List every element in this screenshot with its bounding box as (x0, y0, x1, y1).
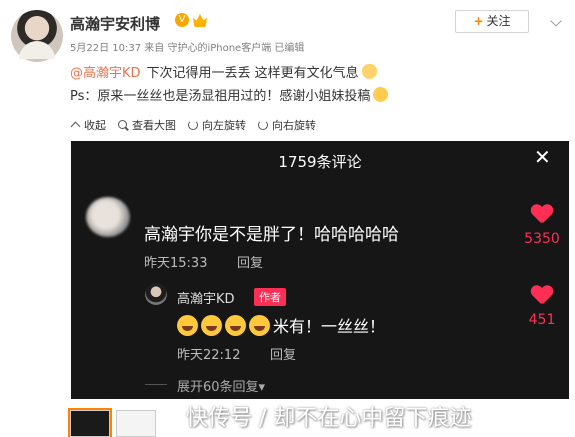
collapse-icon (70, 120, 81, 131)
post-text-line2: Ps：原来一丝丝也是汤显祖用过的！感谢小姐妹投稿 (70, 85, 389, 104)
author-avatar (145, 283, 167, 305)
post-meta: 5月22日 10:37 来自 守护心的iPhone客户端 已编辑 (70, 43, 305, 54)
follow-button[interactable]: + 关注 (455, 10, 529, 33)
heart-icon (531, 286, 553, 306)
comment-reply: 回复 (237, 256, 264, 271)
author-badge: 作者 (254, 288, 286, 306)
vip-crown-icon (193, 14, 207, 27)
chevron-down-icon[interactable] (550, 15, 562, 27)
expand-replies: 展开60条回复▾ (177, 380, 266, 395)
collapse-label: 收起 (84, 119, 106, 132)
image-thumbnail-2[interactable] (116, 410, 156, 437)
mention-link[interactable]: @高瀚宇KD (70, 66, 141, 81)
plus-icon: + (473, 14, 484, 28)
comments-title: 1759条评论 (278, 153, 362, 171)
reply-text-content: 米有！一丝丝！ (273, 317, 386, 336)
watermark: 快传号 / 却不在心中留下痕迹 (186, 406, 472, 431)
zoom-icon (118, 119, 129, 131)
laugh-emoji-icon (249, 314, 270, 336)
rotate-right-button[interactable]: 向右旋转 (258, 117, 316, 133)
rotate-right-icon (258, 119, 269, 131)
laugh-emoji-icon (177, 314, 198, 336)
rotate-left-icon (188, 119, 199, 131)
cat-emoji-icon (361, 64, 377, 79)
view-large-button[interactable]: 查看大图 (118, 117, 176, 133)
blush-emoji-icon (373, 87, 389, 102)
image-toolbar: 收起 查看大图 向左旋转 向右旋转 (70, 117, 316, 133)
reply-text: 米有！一丝丝！ (177, 313, 385, 337)
laugh-emoji-icon (201, 314, 222, 336)
heart-icon (531, 205, 553, 225)
close-icon: ✕ (534, 145, 551, 169)
comment-time: 昨天15:33 (144, 256, 208, 271)
rotate-left-label: 向左旋转 (202, 119, 246, 132)
author-name: 高瀚宇KD (177, 292, 235, 307)
post-text-line1: @高瀚宇KD 下次记得用一丢丢 这样更有文化气息 (70, 62, 377, 81)
collapse-button[interactable]: 收起 (70, 117, 106, 133)
rotate-left-button[interactable]: 向左旋转 (188, 117, 246, 133)
line1-text: 下次记得用一丢丢 这样更有文化气息 (146, 66, 359, 81)
divider (145, 384, 167, 385)
like-count: 451 (528, 312, 556, 328)
view-large-label: 查看大图 (132, 119, 176, 132)
verified-badge-icon: V (175, 13, 189, 27)
line2-text: Ps：原来一丝丝也是汤显祖用过的！感谢小姐妹投稿 (70, 89, 371, 104)
comment-text: 高瀚宇你是不是胖了！哈哈哈哈哈 (144, 225, 399, 245)
image-thumbnail-1[interactable] (68, 408, 112, 437)
user-avatar[interactable] (11, 10, 63, 62)
reply-time: 昨天22:12 (177, 348, 241, 363)
username[interactable]: 高瀚宇安利博 (70, 13, 160, 34)
comments-screenshot: 1759条评论 ✕ 高瀚宇你是不是胖了！哈哈哈哈哈 昨天15:33 回复 535… (71, 141, 569, 399)
rotate-right-label: 向右旋转 (272, 119, 316, 132)
follow-label: 关注 (486, 14, 511, 28)
commenter-avatar (86, 197, 130, 237)
laugh-emoji-icon (225, 314, 246, 336)
reply-reply: 回复 (270, 348, 297, 363)
like-count: 5350 (524, 231, 560, 247)
